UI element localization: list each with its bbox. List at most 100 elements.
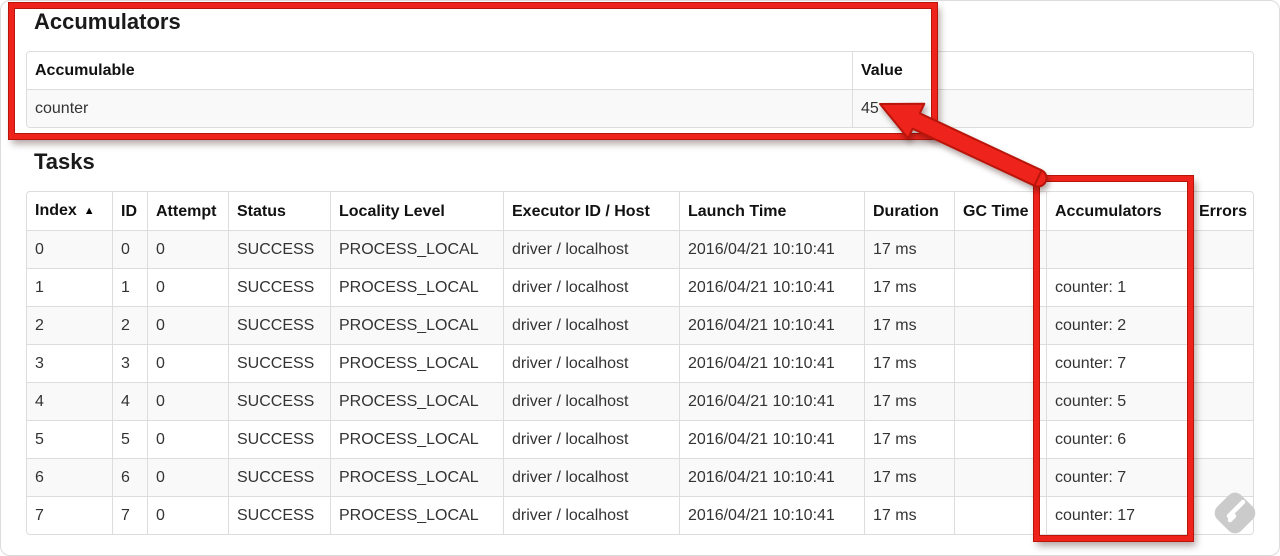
- table-cell: PROCESS_LOCAL: [330, 306, 503, 344]
- table-cell: counter: 6: [1046, 420, 1190, 458]
- table-cell: SUCCESS: [228, 268, 330, 306]
- table-cell: SUCCESS: [228, 230, 330, 268]
- column-header[interactable]: Duration: [864, 192, 954, 230]
- column-header[interactable]: Executor ID / Host: [503, 192, 679, 230]
- table-cell: SUCCESS: [228, 382, 330, 420]
- table-cell: [1190, 230, 1253, 268]
- table-cell: [1190, 458, 1253, 496]
- table-cell: 2016/04/21 10:10:41: [679, 268, 864, 306]
- header-row: Index ▲ ID Attempt Status Locality Level Execu…: [27, 192, 1253, 230]
- column-header[interactable]: Launch Time: [679, 192, 864, 230]
- table-cell: counter: 17: [1046, 496, 1190, 534]
- table-cell: [1190, 496, 1253, 534]
- table-cell: PROCESS_LOCAL: [330, 420, 503, 458]
- table-cell: driver / localhost: [503, 344, 679, 382]
- column-header-label: Launch Time: [688, 202, 787, 220]
- table-cell: 5: [27, 420, 112, 458]
- table-cell: 0: [147, 496, 228, 534]
- column-header[interactable]: Errors: [1190, 192, 1253, 230]
- header-row: Accumulable Value: [27, 52, 1253, 89]
- table-cell: 2016/04/21 10:10:41: [679, 230, 864, 268]
- table-row: 3 3 0 SUCCESS PROCESS_LOCAL driver / localhos…: [27, 344, 1253, 382]
- column-header-label: Duration: [873, 202, 939, 220]
- table-cell: 6: [112, 458, 147, 496]
- table-cell: [1046, 230, 1190, 268]
- column-header-label: Accumulators: [1055, 202, 1162, 220]
- table-cell: 17 ms: [864, 382, 954, 420]
- table-cell: 17 ms: [864, 458, 954, 496]
- table-cell: counter: 5: [1046, 382, 1190, 420]
- table-cell: PROCESS_LOCAL: [330, 344, 503, 382]
- table-cell: 0: [147, 458, 228, 496]
- table-cell: 4: [27, 382, 112, 420]
- table-cell: driver / localhost: [503, 306, 679, 344]
- table-cell: 17 ms: [864, 420, 954, 458]
- column-header-label: Locality Level: [339, 202, 445, 220]
- table-cell: counter: 2: [1046, 306, 1190, 344]
- column-header-label: Status: [237, 202, 286, 220]
- table-cell: 5: [112, 420, 147, 458]
- accumulators-table: Accumulable Value counter 45: [26, 51, 1254, 128]
- table-cell: 3: [27, 344, 112, 382]
- table-cell: PROCESS_LOCAL: [330, 268, 503, 306]
- column-header-label: Attempt: [156, 202, 217, 220]
- table-cell: [1190, 268, 1253, 306]
- table-cell: counter: [27, 89, 852, 127]
- table-cell: 2: [112, 306, 147, 344]
- table-cell: [1190, 306, 1253, 344]
- column-header[interactable]: ID: [112, 192, 147, 230]
- table-cell: 1: [112, 268, 147, 306]
- table-cell: counter: 7: [1046, 344, 1190, 382]
- table-cell: [954, 230, 1046, 268]
- sort-ascending-icon: ▲: [83, 205, 95, 217]
- column-header-label: GC Time: [963, 202, 1029, 220]
- table-cell: 2016/04/21 10:10:41: [679, 344, 864, 382]
- column-header-label: Value: [861, 62, 903, 79]
- table-cell: 1: [27, 268, 112, 306]
- table-cell: 17 ms: [864, 496, 954, 534]
- table-cell: [1190, 420, 1253, 458]
- table-cell: 2016/04/21 10:10:41: [679, 496, 864, 534]
- column-header-label: ID: [121, 202, 137, 220]
- table-cell: SUCCESS: [228, 458, 330, 496]
- table-row: 7 7 0 SUCCESS PROCESS_LOCAL driver / localhos…: [27, 496, 1253, 534]
- table-cell: PROCESS_LOCAL: [330, 382, 503, 420]
- column-header-label: Index: [35, 202, 77, 219]
- column-header[interactable]: Accumulators: [1046, 192, 1190, 230]
- table-cell: 17 ms: [864, 230, 954, 268]
- table-cell: [1190, 382, 1253, 420]
- table-cell: 2016/04/21 10:10:41: [679, 458, 864, 496]
- table-cell: 2016/04/21 10:10:41: [679, 420, 864, 458]
- table-cell: [954, 306, 1046, 344]
- table-cell: driver / localhost: [503, 382, 679, 420]
- table-cell: driver / localhost: [503, 420, 679, 458]
- column-header[interactable]: Status: [228, 192, 330, 230]
- table-row: 0 0 0 SUCCESS PROCESS_LOCAL driver / localhos…: [27, 230, 1253, 268]
- table-cell: 0: [147, 382, 228, 420]
- table-cell: [954, 458, 1046, 496]
- table-cell: 17 ms: [864, 344, 954, 382]
- table-cell: 0: [147, 344, 228, 382]
- accumulators-section-heading: Accumulators: [34, 9, 181, 34]
- table-cell: [954, 268, 1046, 306]
- column-header[interactable]: GC Time: [954, 192, 1046, 230]
- table-cell: PROCESS_LOCAL: [330, 458, 503, 496]
- column-header[interactable]: Locality Level: [330, 192, 503, 230]
- table-cell: counter: 1: [1046, 268, 1190, 306]
- table-cell: driver / localhost: [503, 230, 679, 268]
- column-header: Value: [852, 52, 1253, 89]
- table-cell: 17 ms: [864, 306, 954, 344]
- table-cell: [1190, 344, 1253, 382]
- table-cell: SUCCESS: [228, 344, 330, 382]
- table-cell: driver / localhost: [503, 496, 679, 534]
- column-header[interactable]: Index ▲: [27, 192, 112, 230]
- table-cell: 4: [112, 382, 147, 420]
- table-cell: 0: [147, 268, 228, 306]
- table-row: 5 5 0 SUCCESS PROCESS_LOCAL driver / localhos…: [27, 420, 1253, 458]
- table-cell: SUCCESS: [228, 306, 330, 344]
- table-cell: 0: [147, 420, 228, 458]
- table-cell: SUCCESS: [228, 496, 330, 534]
- spark-ui-page: Accumulators Accumulable Value counter 45 T…: [0, 0, 1280, 556]
- table-cell: driver / localhost: [503, 268, 679, 306]
- column-header[interactable]: Attempt: [147, 192, 228, 230]
